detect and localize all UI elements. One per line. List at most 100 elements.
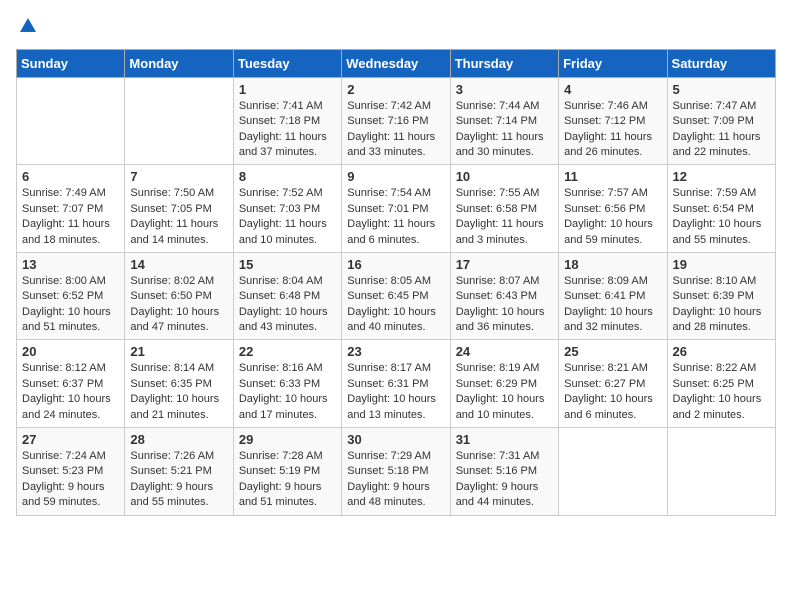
- calendar-cell: 4Sunrise: 7:46 AM Sunset: 7:12 PM Daylig…: [559, 77, 667, 165]
- calendar-cell: 10 Sunrise: 7:55 AM Sunset: 6:58 PM Dayli…: [450, 165, 558, 253]
- calendar-cell: 7Sunrise: 7:50 AM Sunset: 7:05 PM Daylig…: [125, 165, 233, 253]
- cell-content: Sunrise: 8:17 AM Sunset: 6:31 PM Dayligh…: [347, 361, 444, 423]
- cell-content: Sunrise: 7:29 AM Sunset: 5:18 PM Dayligh…: [347, 449, 444, 511]
- cell-content: Sunrise: 8:04 AM Sunset: 6:48 PM Dayligh…: [239, 274, 336, 336]
- calendar-week-row: 27 Sunrise: 7:24 AM Sunset: 5:23 PM Dayli…: [17, 428, 776, 516]
- cell-content: Sunrise: 8:19 AM Sunset: 6:29 PM Dayligh…: [456, 361, 553, 423]
- cell-content: Sunrise: 8:00 AM Sunset: 6:52 PM Dayligh…: [22, 274, 119, 336]
- calendar-cell: 25 Sunrise: 8:21 AM Sunset: 6:27 PM Dayli…: [559, 340, 667, 428]
- calendar-cell: 27 Sunrise: 7:24 AM Sunset: 5:23 PM Dayli…: [17, 428, 125, 516]
- cell-content: Sunrise: 7:26 AM Sunset: 5:21 PM Dayligh…: [130, 449, 227, 511]
- cell-content: Sunrise: 7:28 AM Sunset: 5:19 PM Dayligh…: [239, 449, 336, 511]
- day-number: 27: [22, 432, 119, 447]
- day-number: 29: [239, 432, 336, 447]
- calendar-cell: 14Sunrise: 8:02 AM Sunset: 6:50 PM Dayli…: [125, 252, 233, 340]
- calendar-cell: 16 Sunrise: 8:05 AM Sunset: 6:45 PM Dayli…: [342, 252, 450, 340]
- cell-content: Sunrise: 7:24 AM Sunset: 5:23 PM Dayligh…: [22, 449, 119, 511]
- calendar-cell: 31 Sunrise: 7:31 AM Sunset: 5:16 PM Dayli…: [450, 428, 558, 516]
- cell-content: Sunrise: 8:09 AM Sunset: 6:41 PM Dayligh…: [564, 274, 661, 336]
- calendar-cell: 28 Sunrise: 7:26 AM Sunset: 5:21 PM Dayli…: [125, 428, 233, 516]
- day-number: 24: [456, 344, 553, 359]
- cell-content: Sunrise: 7:57 AM Sunset: 6:56 PM Dayligh…: [564, 186, 661, 248]
- column-header-friday: Friday: [559, 49, 667, 77]
- day-number: 13: [22, 257, 119, 272]
- calendar-cell: 2 Sunrise: 7:42 AM Sunset: 7:16 PM Daylig…: [342, 77, 450, 165]
- cell-content: Sunrise: 7:31 AM Sunset: 5:16 PM Dayligh…: [456, 449, 553, 511]
- calendar-cell: [125, 77, 233, 165]
- calendar-cell: 3 Sunrise: 7:44 AM Sunset: 7:14 PM Daylig…: [450, 77, 558, 165]
- calendar-cell: 17Sunrise: 8:07 AM Sunset: 6:43 PM Dayli…: [450, 252, 558, 340]
- cell-content: Sunrise: 8:22 AM Sunset: 6:25 PM Dayligh…: [673, 361, 770, 423]
- calendar-cell: 22 Sunrise: 8:16 AM Sunset: 6:33 PM Dayli…: [233, 340, 341, 428]
- calendar-cell: 8Sunrise: 7:52 AM Sunset: 7:03 PM Daylig…: [233, 165, 341, 253]
- column-header-sunday: Sunday: [17, 49, 125, 77]
- day-number: 2: [347, 82, 444, 97]
- day-number: 21: [130, 344, 227, 359]
- calendar-week-row: 6 Sunrise: 7:49 AM Sunset: 7:07 PM Daylig…: [17, 165, 776, 253]
- column-header-wednesday: Wednesday: [342, 49, 450, 77]
- day-number: 19: [673, 257, 770, 272]
- day-number: 25: [564, 344, 661, 359]
- day-number: 22: [239, 344, 336, 359]
- day-number: 17: [456, 257, 553, 272]
- page-header: [16, 16, 776, 39]
- day-number: 16: [347, 257, 444, 272]
- cell-content: Sunrise: 8:02 AM Sunset: 6:50 PM Dayligh…: [130, 274, 227, 336]
- day-number: 10: [456, 169, 553, 184]
- day-number: 15: [239, 257, 336, 272]
- day-number: 31: [456, 432, 553, 447]
- day-number: 20: [22, 344, 119, 359]
- day-number: 4: [564, 82, 661, 97]
- calendar-cell: 20 Sunrise: 8:12 AM Sunset: 6:37 PM Dayli…: [17, 340, 125, 428]
- column-header-monday: Monday: [125, 49, 233, 77]
- cell-content: Sunrise: 7:41 AM Sunset: 7:18 PM Dayligh…: [239, 99, 336, 161]
- calendar-cell: 1 Sunrise: 7:41 AM Sunset: 7:18 PM Daylig…: [233, 77, 341, 165]
- calendar-cell: [559, 428, 667, 516]
- logo: [16, 16, 37, 39]
- cell-content: Sunrise: 7:47 AM Sunset: 7:09 PM Dayligh…: [673, 99, 770, 161]
- day-number: 9: [347, 169, 444, 184]
- cell-content: Sunrise: 7:50 AM Sunset: 7:05 PM Dayligh…: [130, 186, 227, 248]
- day-number: 28: [130, 432, 227, 447]
- day-number: 3: [456, 82, 553, 97]
- day-number: 18: [564, 257, 661, 272]
- day-number: 12: [673, 169, 770, 184]
- cell-content: Sunrise: 7:54 AM Sunset: 7:01 PM Dayligh…: [347, 186, 444, 248]
- cell-content: Sunrise: 8:12 AM Sunset: 6:37 PM Dayligh…: [22, 361, 119, 423]
- calendar-week-row: 13 Sunrise: 8:00 AM Sunset: 6:52 PM Dayli…: [17, 252, 776, 340]
- day-number: 11: [564, 169, 661, 184]
- day-number: 23: [347, 344, 444, 359]
- calendar-cell: 11 Sunrise: 7:57 AM Sunset: 6:56 PM Dayli…: [559, 165, 667, 253]
- cell-content: Sunrise: 8:21 AM Sunset: 6:27 PM Dayligh…: [564, 361, 661, 423]
- calendar-week-row: 1 Sunrise: 7:41 AM Sunset: 7:18 PM Daylig…: [17, 77, 776, 165]
- cell-content: Sunrise: 7:44 AM Sunset: 7:14 PM Dayligh…: [456, 99, 553, 161]
- cell-content: Sunrise: 8:14 AM Sunset: 6:35 PM Dayligh…: [130, 361, 227, 423]
- calendar-cell: 9 Sunrise: 7:54 AM Sunset: 7:01 PM Daylig…: [342, 165, 450, 253]
- day-number: 30: [347, 432, 444, 447]
- cell-content: Sunrise: 7:55 AM Sunset: 6:58 PM Dayligh…: [456, 186, 553, 248]
- calendar-cell: 5Sunrise: 7:47 AM Sunset: 7:09 PM Daylig…: [667, 77, 775, 165]
- calendar-cell: 30 Sunrise: 7:29 AM Sunset: 5:18 PM Dayli…: [342, 428, 450, 516]
- day-number: 8: [239, 169, 336, 184]
- column-header-thursday: Thursday: [450, 49, 558, 77]
- calendar-header-row: SundayMondayTuesdayWednesdayThursdayFrid…: [17, 49, 776, 77]
- calendar-cell: 23 Sunrise: 8:17 AM Sunset: 6:31 PM Dayli…: [342, 340, 450, 428]
- calendar-cell: 29 Sunrise: 7:28 AM Sunset: 5:19 PM Dayli…: [233, 428, 341, 516]
- cell-content: Sunrise: 8:10 AM Sunset: 6:39 PM Dayligh…: [673, 274, 770, 336]
- day-number: 26: [673, 344, 770, 359]
- column-header-tuesday: Tuesday: [233, 49, 341, 77]
- calendar-cell: 26 Sunrise: 8:22 AM Sunset: 6:25 PM Dayli…: [667, 340, 775, 428]
- cell-content: Sunrise: 7:42 AM Sunset: 7:16 PM Dayligh…: [347, 99, 444, 161]
- day-number: 1: [239, 82, 336, 97]
- day-number: 6: [22, 169, 119, 184]
- cell-content: Sunrise: 8:05 AM Sunset: 6:45 PM Dayligh…: [347, 274, 444, 336]
- cell-content: Sunrise: 7:49 AM Sunset: 7:07 PM Dayligh…: [22, 186, 119, 248]
- cell-content: Sunrise: 8:16 AM Sunset: 6:33 PM Dayligh…: [239, 361, 336, 423]
- calendar-table: SundayMondayTuesdayWednesdayThursdayFrid…: [16, 49, 776, 516]
- calendar-cell: 15 Sunrise: 8:04 AM Sunset: 6:48 PM Dayli…: [233, 252, 341, 340]
- calendar-cell: 12 Sunrise: 7:59 AM Sunset: 6:54 PM Dayli…: [667, 165, 775, 253]
- calendar-cell: 18 Sunrise: 8:09 AM Sunset: 6:41 PM Dayli…: [559, 252, 667, 340]
- logo-triangle-icon: [19, 16, 37, 39]
- calendar-cell: 13 Sunrise: 8:00 AM Sunset: 6:52 PM Dayli…: [17, 252, 125, 340]
- cell-content: Sunrise: 7:59 AM Sunset: 6:54 PM Dayligh…: [673, 186, 770, 248]
